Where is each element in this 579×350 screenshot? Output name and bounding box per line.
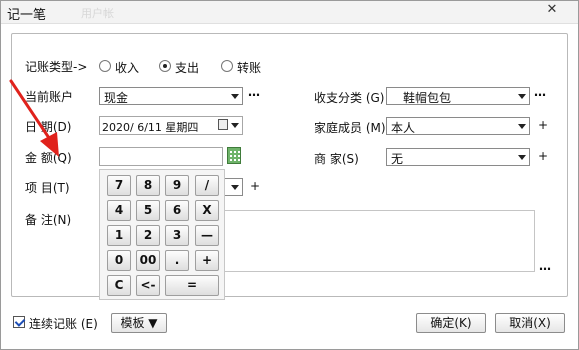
account-select[interactable]: 现金 (99, 87, 243, 105)
cancel-button[interactable]: 取消(X) (495, 313, 565, 333)
project-label: 项 目(T) (25, 181, 70, 195)
key-7[interactable]: 7 (107, 175, 131, 196)
radio-transfer-label: 转账 (237, 61, 262, 75)
key-plus[interactable]: + (195, 250, 219, 271)
key-minus[interactable]: — (195, 225, 219, 246)
key-multiply[interactable]: X (195, 200, 219, 221)
key-1[interactable]: 1 (107, 225, 131, 246)
member-label: 家庭成员 (M) (314, 121, 386, 135)
key-2[interactable]: 2 (136, 225, 160, 246)
chevron-down-icon (518, 155, 526, 160)
account-value: 现金 (104, 91, 129, 105)
continuous-label: 连续记账 (E) (29, 317, 98, 331)
memo-label: 备 注(N) (25, 213, 72, 227)
project-select[interactable] (223, 178, 243, 196)
calendar-icon (218, 119, 228, 130)
category-more-button[interactable]: … (534, 85, 547, 99)
member-select[interactable]: 本人 (386, 117, 530, 135)
merchant-label: 商 家(S) (314, 152, 359, 166)
category-value: 鞋帽包包 (403, 91, 452, 105)
member-add-button[interactable]: + (538, 118, 548, 132)
radio-transfer-circle (221, 60, 233, 72)
background-tab-text: 用户帐 (81, 7, 114, 20)
member-value: 本人 (391, 121, 416, 135)
chevron-down-icon (231, 94, 239, 99)
date-dropdown-button[interactable] (218, 118, 242, 132)
continuous-checkbox[interactable] (13, 316, 25, 328)
key-0[interactable]: 0 (107, 250, 131, 271)
calculator-keypad: 7 8 9 / 4 5 6 X 1 2 3 — 0 00 . + C <- = (99, 169, 225, 300)
project-add-button[interactable]: + (250, 179, 260, 193)
account-more-button[interactable]: … (248, 85, 261, 99)
chevron-down-icon (231, 123, 239, 128)
radio-expense-label: 支出 (175, 61, 200, 75)
key-clear[interactable]: C (107, 275, 131, 296)
title-bar: 记一笔 用户帐 ✕ (1, 1, 578, 24)
key-decimal[interactable]: . (165, 250, 189, 271)
radio-expense-circle (159, 60, 171, 72)
key-6[interactable]: 6 (165, 200, 189, 221)
category-select[interactable]: 鞋帽包包 (386, 87, 530, 105)
key-divide[interactable]: / (195, 175, 219, 196)
chevron-down-icon (518, 124, 526, 129)
merchant-select[interactable]: 无 (386, 148, 530, 166)
template-button[interactable]: 模板 ▼ (111, 313, 167, 333)
window-title: 记一笔 (7, 8, 47, 23)
ok-button[interactable]: 确定(K) (416, 313, 486, 333)
record-type-label: 记账类型-> (25, 60, 88, 74)
key-equals[interactable]: = (165, 275, 219, 296)
key-5[interactable]: 5 (136, 200, 160, 221)
radio-income-label: 收入 (115, 61, 140, 75)
close-button[interactable]: ✕ (532, 1, 572, 19)
merchant-value: 无 (391, 152, 404, 166)
calculator-icon[interactable] (227, 147, 241, 164)
radio-income-circle (99, 60, 111, 72)
memo-more-button[interactable]: … (539, 259, 552, 273)
key-3[interactable]: 3 (165, 225, 189, 246)
category-label: 收支分类 (G) (314, 91, 385, 105)
chevron-down-icon (518, 94, 526, 99)
key-backspace[interactable]: <- (136, 275, 160, 296)
merchant-add-button[interactable]: + (538, 149, 548, 163)
red-arrow-icon (9, 79, 59, 157)
date-value: 2020/ 6/11 星期四 (102, 121, 199, 134)
amount-input[interactable] (99, 147, 223, 166)
key-4[interactable]: 4 (107, 200, 131, 221)
key-8[interactable]: 8 (136, 175, 160, 196)
chevron-down-icon (231, 185, 239, 190)
key-00[interactable]: 00 (136, 250, 160, 271)
key-9[interactable]: 9 (165, 175, 189, 196)
record-entry-window: 记一笔 用户帐 ✕ 记账类型-> 收入 支出 转账 当前账户 现金 … 收支分类… (0, 0, 579, 350)
